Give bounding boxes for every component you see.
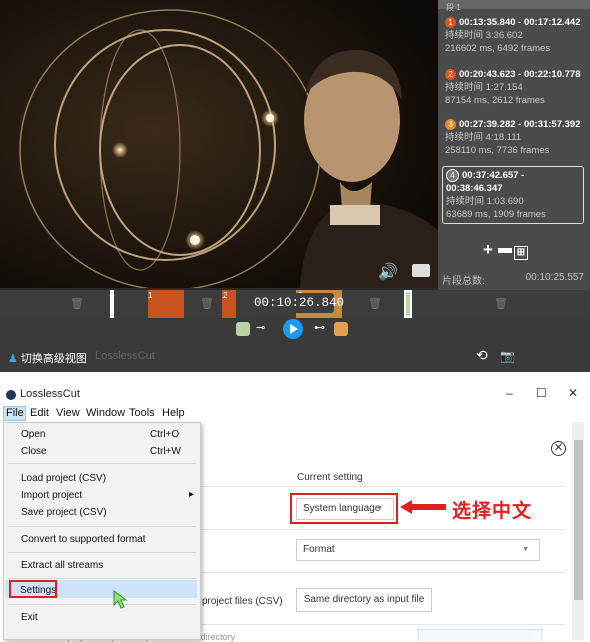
format-value: Format <box>303 544 335 555</box>
shortcut-open: Ctrl+O <box>150 429 180 440</box>
segment-number: 2 <box>445 69 456 80</box>
person-icon: ♟ <box>8 353 18 365</box>
menu-separator <box>8 526 196 527</box>
segment-detail: 258110 ms, 7736 frames <box>445 145 550 157</box>
divider <box>201 624 565 625</box>
menu-item-convert[interactable]: Convert to supported format <box>21 534 146 545</box>
current-timecode[interactable]: 00:10:26.840 <box>254 293 344 313</box>
same-directory-button[interactable]: Same directory as input file <box>296 588 432 612</box>
camera-icon[interactable]: 📷 <box>500 349 515 363</box>
menu-tools[interactable]: Tools <box>129 407 155 419</box>
menu-item-load-project[interactable]: Load project (CSV) <box>21 473 106 484</box>
advanced-view-label: 切换高级视图 <box>20 353 87 365</box>
set-cut-end-button[interactable] <box>334 322 348 336</box>
arrow-left-icon <box>400 500 446 514</box>
minimize-button[interactable]: – <box>506 386 513 400</box>
current-setting-header: Current setting <box>297 472 363 483</box>
timeline-mark: 2 <box>223 291 228 300</box>
submenu-arrow-icon: ▸ <box>189 489 195 500</box>
project-files-label: project files (CSV) <box>202 596 283 607</box>
segment-item-selected[interactable]: 4 00:37:42.657 - 00:38:46.347 持续时间 1:03.6… <box>442 166 584 225</box>
segment-number: 1 <box>445 17 456 28</box>
divider <box>201 486 565 487</box>
split-segment-button[interactable]: ⊞ <box>514 246 528 260</box>
mouse-cursor-icon <box>113 590 128 609</box>
segment-number: 4 <box>446 169 459 182</box>
menu-item-open[interactable]: Open <box>21 429 45 440</box>
menu-window[interactable]: Window <box>86 407 125 419</box>
menu-item-import-project[interactable]: Import project <box>21 490 82 501</box>
toggle-advanced-view[interactable]: ♟ 切换高级视图 <box>8 350 87 366</box>
menu-view[interactable]: View <box>56 407 80 419</box>
jump-start-icon[interactable]: ⊸ <box>256 321 265 334</box>
menu-edit[interactable]: Edit <box>30 407 49 419</box>
timeline-mark: 1 <box>148 291 153 300</box>
trash-icon[interactable]: 🗑 <box>200 297 214 310</box>
timeline-right: 🗑 <box>438 290 590 318</box>
timeline-segment-4[interactable] <box>404 290 412 318</box>
subtitles-icon[interactable] <box>412 264 430 277</box>
segment-range: 00:13:35.840 - 00:17:12.442 <box>459 17 581 28</box>
segment-duration: 持续时间 3:36.602 <box>445 30 523 42</box>
timeline-cursor[interactable] <box>110 290 114 318</box>
app-name-label: LosslessCut <box>95 350 155 362</box>
scrollbar-thumb[interactable] <box>574 440 583 600</box>
settings-highlight-box <box>9 580 57 598</box>
menu-help[interactable]: Help <box>162 407 185 419</box>
losslesscut-player-screenshot: 🔊 1 00:13:35.840 - 00:17:12.442 持续时间 3:36… <box>0 0 590 372</box>
segment-buttons: + ⊞ <box>480 241 530 260</box>
menu-separator <box>8 578 196 579</box>
segment-total: 片段总数: 00:10:25.557 <box>442 272 586 287</box>
segment-range: 00:20:43.623 - 00:22:10.778 <box>459 69 581 80</box>
chevron-down-icon: ▼ <box>522 546 529 553</box>
timeline[interactable]: 🗑 1 🗑 2 3 🗑 <box>0 290 438 318</box>
annotation-label: 选择中文 <box>452 501 533 522</box>
segments-header: 段 1 <box>438 0 590 12</box>
segment-number: 3 <box>445 119 456 130</box>
menu-item-exit[interactable]: Exit <box>21 612 38 623</box>
menu-separator <box>8 604 196 605</box>
volume-icon[interactable]: 🔊 <box>378 262 398 282</box>
menu-separator <box>8 463 196 464</box>
title-bar <box>0 385 590 405</box>
trash-icon[interactable]: 🗑 <box>70 297 84 310</box>
segment-detail: 63689 ms, 1909 frames <box>446 209 546 221</box>
menu-item-extract-streams[interactable]: Extract all streams <box>21 560 103 571</box>
menu-file[interactable]: File <box>6 407 24 419</box>
segment-duration: 持续时间 1:27.154 <box>445 82 523 94</box>
segment-detail: 216602 ms, 6492 frames <box>445 43 551 55</box>
segments-header-label: 段 1 <box>446 3 461 12</box>
close-window-button[interactable]: ✕ <box>568 386 578 400</box>
segment-detail: 87154 ms, 2612 frames <box>445 95 545 107</box>
jump-end-icon[interactable]: ⊷ <box>314 321 325 334</box>
set-cut-start-button[interactable] <box>236 322 250 336</box>
rotate-icon[interactable]: ⟲ <box>476 347 488 364</box>
format-select[interactable]: Format ▼ <box>296 539 540 561</box>
segment-item[interactable]: 3 00:27:39.282 - 00:31:57.392 持续时间 4:18.1… <box>442 116 584 159</box>
remove-segment-button[interactable] <box>498 248 512 254</box>
segment-duration: 持续时间 4:18.111 <box>445 132 522 144</box>
total-value: 00:10:25.557 <box>525 272 584 283</box>
partial-setting-field[interactable] <box>418 629 542 641</box>
trash-icon[interactable]: 🗑 <box>494 297 508 310</box>
divider <box>201 572 565 573</box>
timeline-segment-1[interactable] <box>148 290 184 318</box>
divider <box>201 529 565 530</box>
shortcut-close: Ctrl+W <box>150 446 181 457</box>
window-title: LosslessCut <box>20 388 80 400</box>
maximize-button[interactable]: ☐ <box>536 386 547 400</box>
segment-item[interactable]: 2 00:20:43.623 - 00:22:10.778 持续时间 1:27.1… <box>442 66 584 109</box>
segment-item[interactable]: 1 00:13:35.840 - 00:17:12.442 持续时间 3:36.6… <box>442 14 584 57</box>
segment-duration: 持续时间 1:03.690 <box>446 196 524 208</box>
menu-separator <box>8 552 196 553</box>
app-icon <box>6 390 16 400</box>
segment-range: 00:27:39.282 - 00:31:57.392 <box>459 119 581 130</box>
play-button[interactable] <box>283 319 303 339</box>
trash-icon[interactable]: 🗑 <box>368 297 382 310</box>
add-segment-button[interactable]: + <box>480 241 496 258</box>
menu-item-save-project[interactable]: Save project (CSV) <box>21 507 107 518</box>
menu-item-close[interactable]: Close <box>21 446 47 457</box>
total-label: 片段总数: <box>442 276 485 287</box>
video-preview <box>0 0 438 288</box>
